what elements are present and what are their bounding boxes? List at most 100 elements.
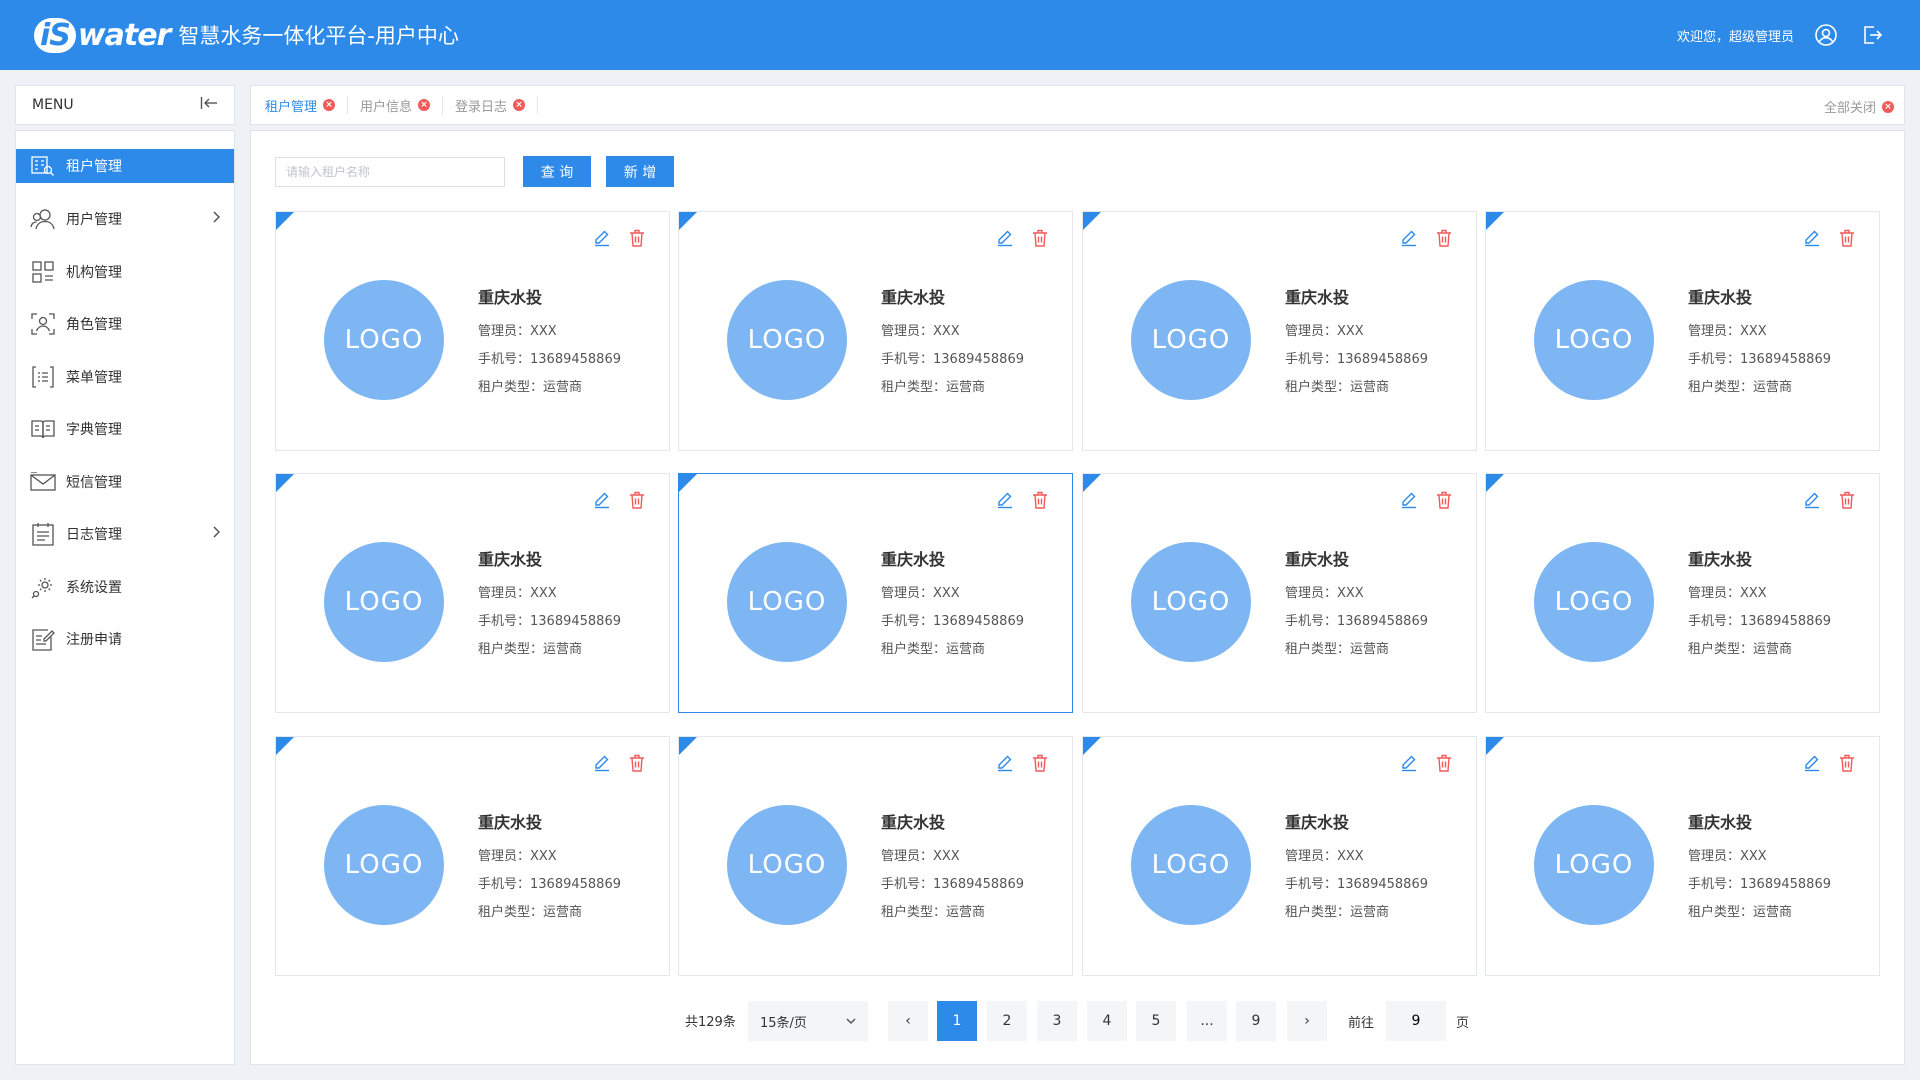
tenant-card[interactable]: LOGO 重庆水投 管理员：XXX 手机号：13689458869 租户类型：运营商 <box>1082 736 1477 976</box>
tenant-admin: 管理员：XXX <box>478 324 557 339</box>
tenant-phone: 手机号：13689458869 <box>881 352 1024 367</box>
tab-login-log[interactable]: 登录日志 × <box>455 96 539 115</box>
card-corner-marker <box>1083 474 1101 492</box>
add-button[interactable]: 新 增 <box>606 156 674 187</box>
close-all-tabs-button[interactable]: 全部关闭 × <box>1824 97 1894 116</box>
tenant-card[interactable]: LOGO 重庆水投 管理员：XXX 手机号：13689458869 租户类型：运营商 <box>1082 211 1477 451</box>
card-corner-marker <box>1083 212 1101 230</box>
prev-page-button[interactable]: ‹ <box>888 1001 928 1041</box>
edit-icon[interactable] <box>593 491 611 509</box>
sidebar-item-settings[interactable]: 系统设置 <box>16 561 234 614</box>
delete-icon[interactable] <box>1839 754 1857 772</box>
edit-icon[interactable] <box>1803 229 1821 247</box>
query-button[interactable]: 查 询 <box>523 156 591 187</box>
close-tab-icon[interactable]: × <box>323 99 336 111</box>
tenant-admin: 管理员：XXX <box>478 586 557 601</box>
tab-user-info[interactable]: 用户信息 × <box>360 96 444 115</box>
edit-icon[interactable] <box>1803 491 1821 509</box>
delete-icon[interactable] <box>1436 491 1454 509</box>
tenant-card[interactable]: LOGO 重庆水投 管理员：XXX 手机号：13689458869 租户类型：运营商 <box>275 473 670 713</box>
delete-icon[interactable] <box>629 229 647 247</box>
register-icon <box>30 626 56 652</box>
sidebar-item-tenant[interactable]: 租户管理 <box>16 149 234 183</box>
sidebar-item-role[interactable]: 角色管理 <box>16 298 234 351</box>
tenant-card[interactable]: LOGO 重庆水投 管理员：XXX 手机号：13689458869 租户类型：运营商 <box>1082 473 1477 713</box>
goto-page-input[interactable] <box>1386 1001 1446 1041</box>
tenant-card[interactable]: LOGO 重庆水投 管理员：XXX 手机号：13689458869 租户类型：运营商 <box>678 473 1073 713</box>
pagination-total: 共129条 <box>685 1015 736 1030</box>
tenant-phone: 手机号：13689458869 <box>1285 614 1428 629</box>
edit-icon[interactable] <box>1400 229 1418 247</box>
tenant-logo: LOGO <box>324 805 444 925</box>
tenant-logo: LOGO <box>1534 280 1654 400</box>
close-all-icon: × <box>1882 100 1894 113</box>
edit-icon[interactable] <box>593 754 611 772</box>
tenant-card[interactable]: LOGO 重庆水投 管理员：XXX 手机号：13689458869 租户类型：运营商 <box>678 736 1073 976</box>
delete-icon[interactable] <box>1839 229 1857 247</box>
tenant-card[interactable]: LOGO 重庆水投 管理员：XXX 手机号：13689458869 租户类型：运营商 <box>1485 211 1880 451</box>
chevron-right-icon <box>212 526 221 542</box>
main-content: 查 询 新 增 LOGO重庆水投管理员：XXX手机号：13689458869租户… <box>250 130 1905 1065</box>
goto-label: 前往 <box>1348 1016 1375 1031</box>
tenant-name: 重庆水投 <box>1285 288 1350 307</box>
tenant-admin: 管理员：XXX <box>1285 849 1364 864</box>
page-button-5[interactable]: 5 <box>1136 1001 1176 1041</box>
user-profile-icon[interactable] <box>1812 21 1840 49</box>
tenant-name: 重庆水投 <box>1688 813 1753 832</box>
delete-icon[interactable] <box>629 754 647 772</box>
tenant-type: 租户类型：运营商 <box>1688 905 1793 920</box>
tenant-search-input[interactable] <box>275 157 505 187</box>
sidebar-item-sms[interactable]: 短信管理 <box>16 456 234 509</box>
edit-icon[interactable] <box>996 754 1014 772</box>
card-corner-marker <box>276 212 294 230</box>
edit-icon[interactable] <box>996 491 1014 509</box>
delete-icon[interactable] <box>629 491 647 509</box>
delete-icon[interactable] <box>1032 229 1050 247</box>
edit-icon[interactable] <box>1803 754 1821 772</box>
tenant-card[interactable]: LOGO 重庆水投 管理员：XXX 手机号：13689458869 租户类型：运营商 <box>1485 736 1880 976</box>
edit-icon[interactable] <box>593 229 611 247</box>
tenant-name: 重庆水投 <box>1688 550 1753 569</box>
sidebar-item-menu[interactable]: 菜单管理 <box>16 351 234 404</box>
tenant-card[interactable]: LOGO 重庆水投 管理员：XXX 手机号：13689458869 租户类型：运营商 <box>678 211 1073 451</box>
tenant-name: 重庆水投 <box>881 550 946 569</box>
sidebar-item-log[interactable]: 日志管理 <box>16 508 234 561</box>
sidebar-item-org[interactable]: 机构管理 <box>16 246 234 299</box>
page-size-select[interactable]: 15条/页 <box>748 1001 868 1041</box>
next-page-button[interactable]: › <box>1287 1001 1327 1041</box>
tenant-card[interactable]: LOGO 重庆水投 管理员：XXX 手机号：13689458869 租户类型：运营商 <box>275 736 670 976</box>
tenant-card[interactable]: LOGO 重庆水投 管理员：XXX 手机号：13689458869 租户类型：运营商 <box>1485 473 1880 713</box>
tenant-admin: 管理员：XXX <box>1285 324 1364 339</box>
page-ellipsis[interactable]: ... <box>1187 1001 1227 1041</box>
chevron-down-icon <box>846 1014 856 1029</box>
delete-icon[interactable] <box>1032 491 1050 509</box>
logout-icon[interactable] <box>1858 21 1886 49</box>
edit-icon[interactable] <box>996 229 1014 247</box>
delete-icon[interactable] <box>1839 491 1857 509</box>
delete-icon[interactable] <box>1032 754 1050 772</box>
sidebar-item-register[interactable]: 注册申请 <box>16 613 234 666</box>
collapse-menu-icon[interactable] <box>200 96 218 114</box>
tab-tenant[interactable]: 租户管理 × <box>265 96 349 115</box>
card-corner-marker <box>1083 737 1101 755</box>
tenant-phone: 手机号：13689458869 <box>478 614 621 629</box>
tenant-card[interactable]: LOGO 重庆水投 管理员：XXX 手机号：13689458869 租户类型：运营商 <box>275 211 670 451</box>
page-button-2[interactable]: 2 <box>987 1001 1027 1041</box>
tenant-phone: 手机号：13689458869 <box>478 352 621 367</box>
delete-icon[interactable] <box>1436 754 1454 772</box>
sidebar-item-dictionary[interactable]: 字典管理 <box>16 403 234 456</box>
close-tab-icon[interactable]: × <box>513 99 526 111</box>
page-button-3[interactable]: 3 <box>1037 1001 1077 1041</box>
tenant-name: 重庆水投 <box>881 288 946 307</box>
delete-icon[interactable] <box>1436 229 1454 247</box>
tenant-type: 租户类型：运营商 <box>881 642 986 657</box>
page-button-9[interactable]: 9 <box>1236 1001 1276 1041</box>
edit-icon[interactable] <box>1400 754 1418 772</box>
edit-icon[interactable] <box>1400 491 1418 509</box>
sidebar-item-users[interactable]: 用户管理 <box>16 193 234 246</box>
welcome-text: 欢迎您，超级管理员 <box>1676 29 1794 45</box>
close-tab-icon[interactable]: × <box>418 99 431 111</box>
page-button-4[interactable]: 4 <box>1087 1001 1127 1041</box>
page-button-1[interactable]: 1 <box>937 1001 977 1041</box>
tenant-admin: 管理员：XXX <box>1285 586 1364 601</box>
